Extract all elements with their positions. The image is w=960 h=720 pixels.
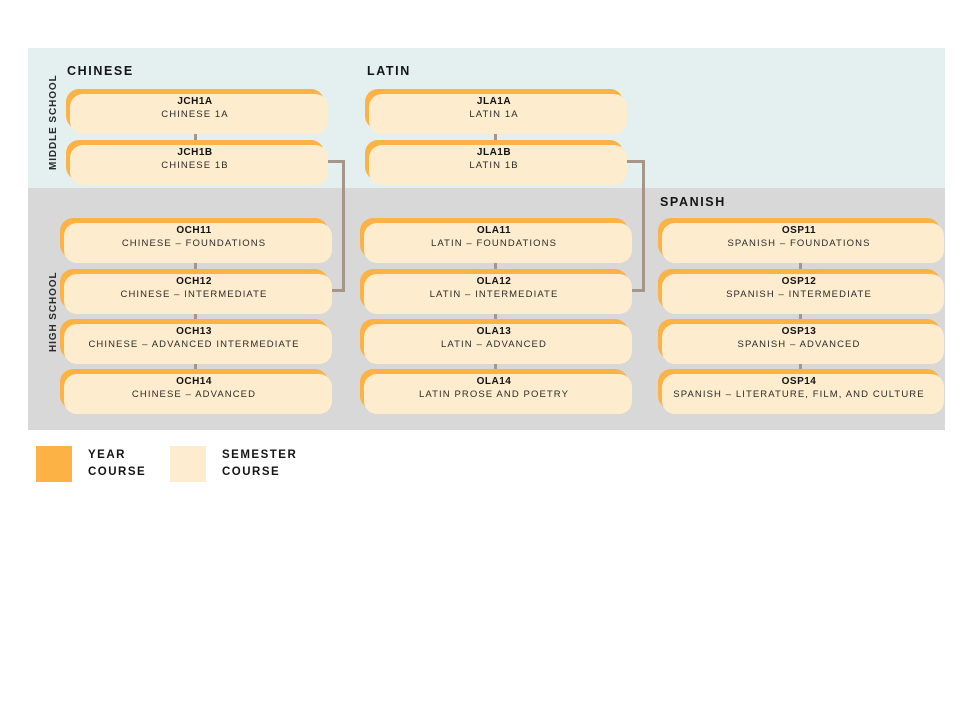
course-box-och14[interactable]: OCH14 CHINESE – ADVANCED [60,369,332,414]
connector-jla1b-bracket-vertical [642,160,645,292]
legend-item-year-course: YEAR COURSE [36,446,146,482]
course-title: LATIN – FOUNDATIONS [430,238,558,250]
course-code: OCH12 [176,275,212,287]
course-box-osp12[interactable]: OSP12 SPANISH – INTERMEDIATE [658,269,944,314]
connector-jch1b-bracket-vertical [342,160,345,292]
course-title: CHINESE – INTERMEDIATE [120,289,268,301]
course-code: OSP12 [781,275,817,287]
course-box-jla1b[interactable]: JLA1B LATIN 1B [365,140,627,185]
column-heading-spanish: SPANISH [660,195,726,209]
course-box-och11[interactable]: OCH11 CHINESE – FOUNDATIONS [60,218,332,263]
course-code: JLA1B [476,146,512,158]
course-box-jch1b[interactable]: JCH1B CHINESE 1B [66,140,328,185]
course-code: OCH11 [176,224,212,236]
course-title: LATIN – INTERMEDIATE [429,289,559,301]
course-code: OLA11 [476,224,512,236]
course-code: JCH1A [177,95,213,107]
course-code: OCH13 [176,325,212,337]
middle-school-band-label: MIDDLE SCHOOL [48,74,59,170]
legend-swatch-year-course [36,446,72,482]
course-code: OLA12 [476,275,512,287]
course-code: JLA1A [476,95,512,107]
course-box-ola14[interactable]: OLA14 LATIN PROSE AND POETRY [360,369,632,414]
connector-jla1b-bracket-bottom [630,289,645,292]
course-box-ola12[interactable]: OLA12 LATIN – INTERMEDIATE [360,269,632,314]
legend-label-line2: COURSE [88,466,147,478]
course-code: JCH1B [177,146,213,158]
course-title: LATIN 1B [469,160,519,172]
legend-label-semester-course: SEMESTER COURSE [222,447,297,482]
course-title: CHINESE – FOUNDATIONS [121,238,267,250]
course-title: SPANISH – FOUNDATIONS [727,238,871,250]
course-title: CHINESE – ADVANCED [131,389,257,401]
column-heading-chinese: CHINESE [67,64,134,78]
course-box-och13[interactable]: OCH13 CHINESE – ADVANCED INTERMEDIATE [60,319,332,364]
course-box-osp13[interactable]: OSP13 SPANISH – ADVANCED [658,319,944,364]
course-code: OSP11 [781,224,817,236]
course-title: LATIN 1A [469,109,519,121]
course-title: LATIN PROSE AND POETRY [418,389,570,401]
course-box-och12[interactable]: OCH12 CHINESE – INTERMEDIATE [60,269,332,314]
course-box-ola11[interactable]: OLA11 LATIN – FOUNDATIONS [360,218,632,263]
legend-label-year-course: YEAR COURSE [88,447,146,482]
high-school-band-label: HIGH SCHOOL [48,271,59,352]
legend-label-line1: YEAR [88,448,126,461]
course-box-jch1a[interactable]: JCH1A CHINESE 1A [66,89,328,134]
course-code: OCH14 [176,375,212,387]
legend-label-line2: COURSE [222,466,281,478]
course-box-jla1a[interactable]: JLA1A LATIN 1A [365,89,627,134]
course-title: CHINESE 1B [161,160,229,172]
course-pathway-diagram: MIDDLE SCHOOL HIGH SCHOOL CHINESE LATIN … [0,0,960,720]
course-box-osp14[interactable]: OSP14 SPANISH – LITERATURE, FILM, AND CU… [658,369,944,414]
column-heading-latin: LATIN [367,64,411,78]
course-title: SPANISH – ADVANCED [737,339,861,351]
course-code: OSP14 [781,375,817,387]
course-title: LATIN – ADVANCED [441,339,547,351]
connector-jch1b-bracket-bottom [330,289,345,292]
legend-item-semester-course: SEMESTER COURSE [170,446,297,482]
course-title: SPANISH – LITERATURE, FILM, AND CULTURE [673,389,925,401]
legend-label-line1: SEMESTER [222,448,298,461]
legend-swatch-semester-course [170,446,206,482]
course-code: OLA13 [476,325,512,337]
course-title: SPANISH – INTERMEDIATE [726,289,872,301]
course-title: CHINESE 1A [161,109,229,121]
course-code: OSP13 [781,325,817,337]
course-code: OLA14 [476,375,512,387]
course-box-ola13[interactable]: OLA13 LATIN – ADVANCED [360,319,632,364]
course-box-osp11[interactable]: OSP11 SPANISH – FOUNDATIONS [658,218,944,263]
course-title: CHINESE – ADVANCED INTERMEDIATE [88,339,300,351]
